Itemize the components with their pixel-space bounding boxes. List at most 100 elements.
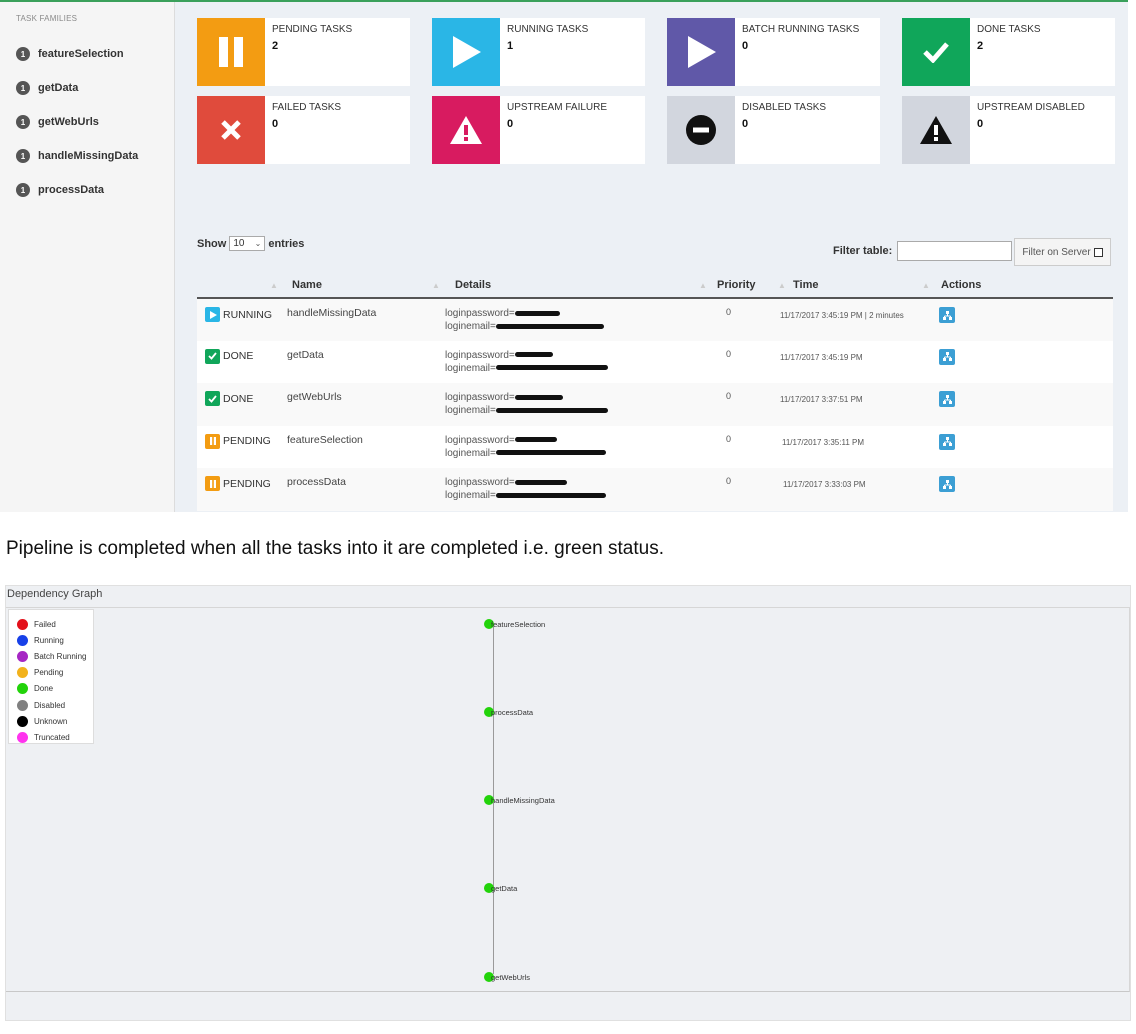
entries-control: Show 10 ⌄ entries [197, 236, 304, 251]
graph-node-getdata[interactable]: getData [484, 883, 517, 893]
status-column-header[interactable]: ▲ [197, 272, 282, 299]
sidebar-item-getweburls[interactable]: 1 getWebUrls [0, 105, 174, 139]
table-row[interactable]: DONE getWebUrls loginpassword= loginemail… [197, 383, 1113, 426]
graph-node-processdata[interactable]: processData [484, 707, 533, 717]
graph-node-featureselection[interactable]: featureSelection [484, 619, 545, 629]
detail-password-label: loginpassword= [445, 434, 515, 446]
dependency-graph-button[interactable] [939, 476, 955, 492]
status-box-disabled[interactable]: DISABLED TASKS 0 [667, 96, 880, 164]
count-badge: 1 [16, 81, 30, 95]
task-details: loginpassword= loginemail= [445, 340, 712, 383]
node-label: getData [491, 883, 518, 893]
filter-on-server-checkbox[interactable] [1093, 247, 1103, 257]
count-badge: 1 [16, 47, 30, 61]
priority-column-header[interactable]: Priority ▲ [712, 272, 787, 299]
detail-password-label: loginpassword= [445, 477, 515, 488]
sidebar-header: TASK FAMILIES [16, 14, 78, 23]
node-label: featureSelection [491, 619, 546, 629]
graph-node-handlemissingdata[interactable]: handleMissingData [484, 795, 555, 805]
warning-icon [432, 96, 500, 164]
table-row[interactable]: DONE getData loginpassword= loginemail= 0… [197, 340, 1113, 383]
legend-dot [17, 618, 28, 630]
filter-input[interactable] [897, 241, 1013, 261]
legend-dot [17, 683, 28, 695]
minus-circle-icon [667, 96, 735, 164]
graph-legend: Failed Running Batch Running Pending Don… [8, 609, 94, 744]
status-box-count: 0 [507, 118, 514, 130]
graph-node-getweburls[interactable]: getWebUrls [484, 972, 530, 982]
status-box-failed[interactable]: FAILED TASKS 0 [197, 96, 410, 164]
task-time: 11/17/2017 3:45:19 PM | 2 minutes [780, 311, 904, 320]
status-box-done[interactable]: DONE TASKS 2 [902, 18, 1115, 86]
pause-icon [197, 18, 265, 86]
status-text: PENDING [223, 435, 271, 447]
status-box-upstream-failure[interactable]: UPSTREAM FAILURE 0 [432, 96, 645, 164]
sidebar-item-processdata[interactable]: 1 processData [0, 173, 174, 207]
task-time: 11/17/2017 3:37:51 PM [780, 395, 863, 404]
play-icon [432, 18, 500, 86]
legend-item: Running [17, 632, 93, 648]
status-box-pending[interactable]: PENDING TASKS 2 [197, 18, 410, 86]
dependency-graph-button[interactable] [939, 391, 955, 407]
legend-dot [17, 715, 28, 727]
status-box-count: 2 [977, 40, 984, 52]
task-time: 11/17/2017 3:45:19 PM [780, 352, 863, 362]
status-box-upstream-disabled[interactable]: UPSTREAM DISABLED 0 [902, 96, 1115, 164]
legend-item: Unknown [17, 713, 93, 729]
task-name: handleMissingData [287, 307, 377, 319]
sidebar-item-featureselection[interactable]: 1 featureSelection [0, 37, 174, 71]
entries-value: 10 [233, 238, 245, 249]
redaction-scribble [514, 437, 557, 443]
header-label: Details [455, 278, 492, 291]
status-box-batch-running[interactable]: BATCH RUNNING TASKS 0 [667, 18, 880, 86]
legend-label: Running [34, 635, 64, 645]
sidebar-item-handlemissingdata[interactable]: 1 handleMissingData [0, 139, 174, 173]
status-label: DONE [205, 348, 254, 364]
sidebar-item-label: handleMissingData [38, 150, 139, 162]
legend-label: Truncated [34, 732, 70, 742]
count-badge: 1 [16, 149, 30, 163]
dependency-graph-button[interactable] [939, 348, 955, 365]
chevron-down-icon: ⌄ [254, 239, 262, 248]
name-column-header[interactable]: Name ▲ [282, 272, 445, 299]
dependency-graph-button[interactable] [939, 307, 955, 323]
sort-icon: ▲ [922, 281, 930, 290]
table-row[interactable]: PENDING featureSelection loginpassword= l… [197, 425, 1113, 468]
status-box-label: DONE TASKS [977, 24, 1041, 35]
status-box-label: PENDING TASKS [272, 24, 353, 35]
table-row[interactable]: PENDING processData loginpassword= logine… [197, 468, 1113, 511]
entries-label: entries [268, 237, 305, 250]
actions-column-header: Actions [934, 272, 1113, 299]
sidebar-item-label: getWebUrls [38, 116, 99, 128]
filter-control: Filter table: [833, 241, 1013, 261]
filter-on-server-label: Filter on Server [1022, 246, 1091, 258]
redaction-scribble [495, 492, 606, 498]
task-time: 11/17/2017 3:33:03 PM [783, 480, 866, 489]
filter-on-server-button[interactable]: Filter on Server [1014, 238, 1111, 266]
dependency-graph-button[interactable] [939, 433, 955, 450]
redaction-scribble [514, 479, 567, 485]
redaction-scribble [495, 450, 606, 456]
play-icon [205, 307, 220, 322]
redaction-scribble [495, 407, 608, 413]
check-icon [205, 391, 220, 406]
task-priority: 0 [726, 348, 732, 359]
warning-icon [902, 96, 970, 164]
status-box-label: UPSTREAM FAILURE [507, 102, 608, 113]
details-column-header[interactable]: Details ▲ [445, 272, 712, 299]
legend-item: Done [17, 681, 93, 697]
detail-email-label: loginemail= [445, 447, 496, 459]
entries-select[interactable]: 10 ⌄ [229, 236, 266, 251]
legend-label: Disabled [34, 700, 66, 710]
sidebar-item-getdata[interactable]: 1 getData [0, 71, 174, 105]
count-badge: 1 [16, 183, 30, 197]
time-column-header[interactable]: Time ▲ [787, 272, 934, 299]
pause-icon [205, 433, 220, 449]
status-box-running[interactable]: RUNNING TASKS 1 [432, 18, 645, 86]
sort-icon: ▲ [699, 281, 707, 290]
table-row[interactable]: RUNNING handleMissingData loginpassword=… [197, 298, 1113, 341]
status-text: DONE [223, 350, 254, 362]
check-icon [902, 18, 970, 86]
task-time: 11/17/2017 3:35:11 PM [782, 437, 864, 447]
task-details: loginpassword= loginemail= [445, 425, 712, 468]
